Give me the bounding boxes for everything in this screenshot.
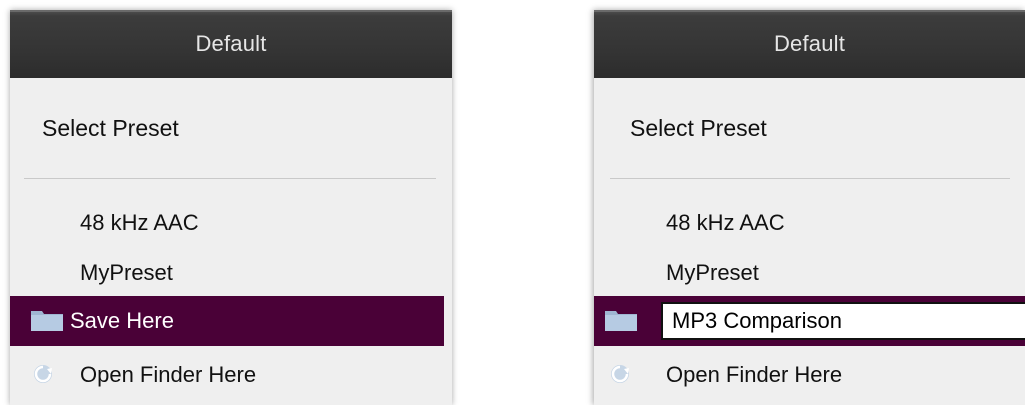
menu-title: Default <box>594 10 1025 78</box>
preset-menu-right: Default Select Preset 48 kHz AAC MyPrese… <box>594 10 1025 405</box>
preset-item-48khz-aac[interactable]: 48 kHz AAC <box>80 210 199 236</box>
refresh-icon <box>34 365 52 383</box>
preset-menu-left: Default Select Preset 48 kHz AAC MyPrese… <box>10 10 452 405</box>
save-here-item[interactable] <box>594 296 1025 346</box>
preset-name-input[interactable] <box>661 302 1025 340</box>
folder-icon <box>605 311 637 331</box>
save-here-item[interactable]: Save Here <box>10 296 444 346</box>
preset-item-mypreset[interactable]: MyPreset <box>666 260 759 286</box>
divider <box>24 178 436 179</box>
preset-item-48khz-aac[interactable]: 48 kHz AAC <box>666 210 785 236</box>
save-here-label: Save Here <box>70 308 174 333</box>
open-finder-label: Open Finder Here <box>80 362 257 387</box>
open-finder-item[interactable]: Open Finder Here <box>10 352 444 398</box>
select-preset-label: Select Preset <box>630 115 767 141</box>
preset-item-mypreset[interactable]: MyPreset <box>80 260 173 286</box>
menu-title: Default <box>10 10 452 78</box>
divider <box>610 178 1010 179</box>
select-preset-label: Select Preset <box>42 115 179 141</box>
open-finder-item[interactable]: Open Finder Here <box>594 352 1025 398</box>
refresh-icon <box>611 365 629 383</box>
open-finder-label: Open Finder Here <box>666 362 843 387</box>
folder-icon <box>31 311 63 331</box>
